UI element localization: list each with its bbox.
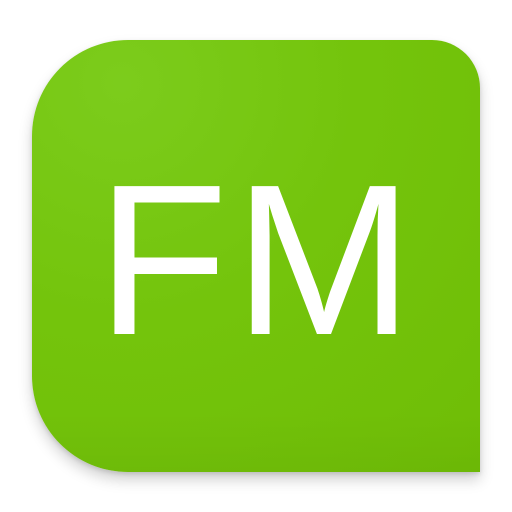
app-icon-canvas: FM [0, 0, 512, 512]
fm-app-icon[interactable]: FM [32, 40, 480, 472]
app-icon-label: FM [96, 138, 420, 380]
